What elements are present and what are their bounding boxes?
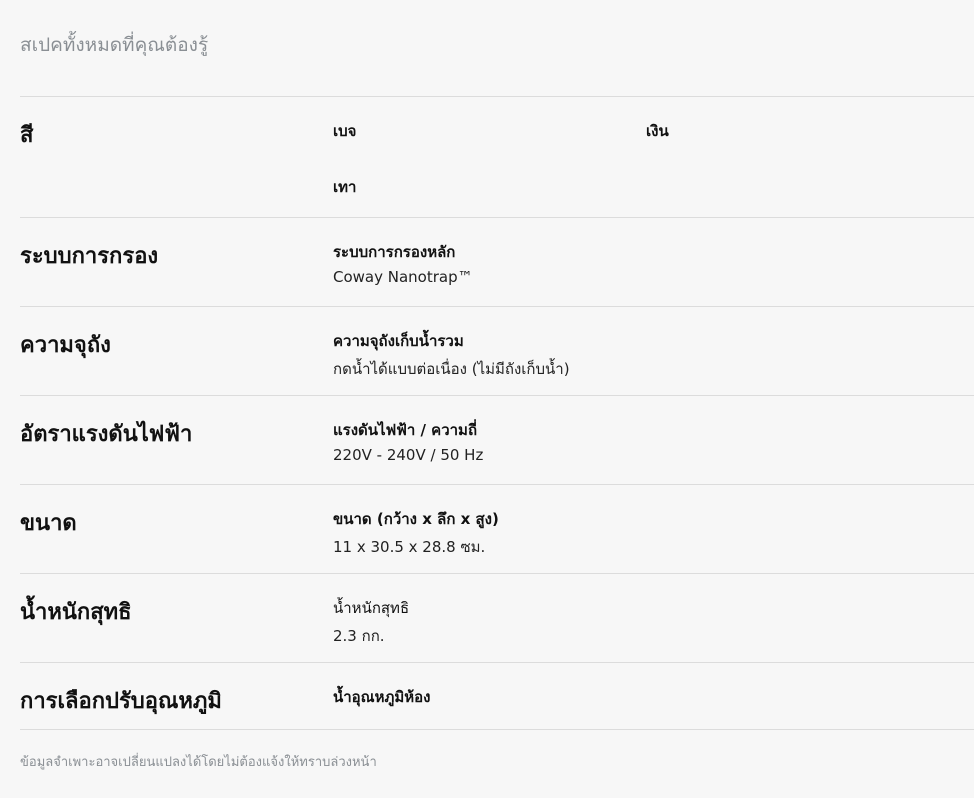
spec-detail-title: ระบบการกรองหลัก bbox=[333, 243, 456, 261]
spec-detail: น้ำอุณหภูมิห้อง bbox=[333, 685, 953, 709]
spec-detail-title: ความจุถังเก็บน้ำรวม bbox=[333, 332, 464, 350]
spec-detail-title: น้ำหนักสุทธิ bbox=[333, 599, 410, 617]
disclaimer-note: ข้อมูลจำเพาะอาจเปลี่ยนแปลงได้โดยไม่ต้องแ… bbox=[20, 755, 377, 770]
spec-label: ขนาด bbox=[20, 511, 77, 536]
spec-row-filtration: ระบบการกรอง ระบบการกรองหลัก Coway Nanotr… bbox=[20, 217, 974, 306]
spec-label: อัตราแรงดันไฟฟ้า bbox=[20, 422, 193, 447]
spec-row-voltage: อัตราแรงดันไฟฟ้า แรงดันไฟฟ้า / ความถี่ 2… bbox=[20, 395, 974, 484]
spec-detail: ขนาด (กว้าง x ลึก x สูง) 11 x 30.5 x 28.… bbox=[333, 507, 953, 559]
spec-row-tank: ความจุถัง ความจุถังเก็บน้ำรวม กดน้ำได้แบ… bbox=[20, 306, 974, 395]
divider bbox=[20, 729, 974, 730]
color-option-beige: เบจ bbox=[333, 122, 357, 140]
spec-detail-value: Coway Nanotrap™ bbox=[333, 268, 473, 286]
spec-label: น้ำหนักสุทธิ bbox=[20, 600, 132, 625]
spec-detail-value: 220V - 240V / 50 Hz bbox=[333, 446, 484, 464]
spec-row-temperature: การเลือกปรับอุณหภูมิ น้ำอุณหภูมิห้อง bbox=[20, 662, 974, 729]
spec-row-size: ขนาด ขนาด (กว้าง x ลึก x สูง) 11 x 30.5 … bbox=[20, 484, 974, 573]
color-option-gray: เทา bbox=[333, 178, 357, 196]
spec-row-weight: น้ำหนักสุทธิ น้ำหนักสุทธิ 2.3 กก. bbox=[20, 573, 974, 662]
spec-label: ความจุถัง bbox=[20, 333, 111, 358]
spec-detail: ความจุถังเก็บน้ำรวม กดน้ำได้แบบต่อเนื่อง… bbox=[333, 329, 953, 381]
spec-detail: น้ำหนักสุทธิ 2.3 กก. bbox=[333, 596, 953, 648]
spec-label: ระบบการกรอง bbox=[20, 244, 159, 269]
spec-table: สี เบจ เงิน เทา ระบบการกรอง ระบบการกรองห… bbox=[20, 96, 974, 729]
color-option-silver: เงิน bbox=[646, 122, 669, 140]
page-title: สเปคทั้งหมดที่คุณต้องรู้ bbox=[20, 34, 209, 56]
spec-detail-title: ขนาด (กว้าง x ลึก x สูง) bbox=[333, 510, 499, 528]
spec-detail: แรงดันไฟฟ้า / ความถี่ 220V - 240V / 50 H… bbox=[333, 418, 953, 464]
spec-detail-value: 11 x 30.5 x 28.8 ซม. bbox=[333, 538, 486, 556]
spec-label: การเลือกปรับอุณหภูมิ bbox=[20, 689, 222, 714]
spec-detail-value: กดน้ำได้แบบต่อเนื่อง (ไม่มีถังเก็บน้ำ) bbox=[333, 360, 570, 378]
spec-label: สี bbox=[20, 123, 34, 148]
spec-row-color: สี เบจ เงิน เทา bbox=[20, 96, 974, 217]
spec-detail-title: แรงดันไฟฟ้า / ความถี่ bbox=[333, 421, 478, 439]
spec-detail-title: น้ำอุณหภูมิห้อง bbox=[333, 688, 431, 706]
spec-detail: ระบบการกรองหลัก Coway Nanotrap™ bbox=[333, 240, 953, 286]
spec-detail-value: 2.3 กก. bbox=[333, 627, 385, 645]
